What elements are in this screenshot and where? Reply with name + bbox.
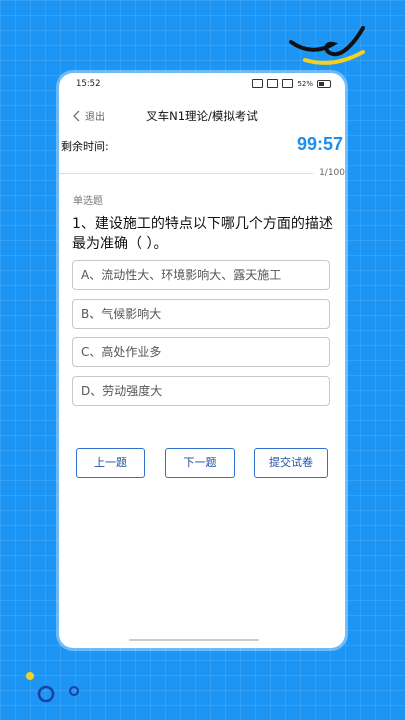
progress-divider <box>59 173 313 174</box>
prev-question-button[interactable]: 上一题 <box>76 448 145 478</box>
nav-bar: 退出 叉车N1理论/模拟考试 <box>59 103 345 129</box>
question-text: 1、建设施工的特点以下哪几个方面的描述最为准确（ ）。 <box>72 216 333 252</box>
decorative-squiggle <box>289 26 365 65</box>
timer-label: 剩余时间: <box>61 140 109 153</box>
signal-icon-2 <box>267 79 279 88</box>
progress-row: 1/100 <box>59 166 345 182</box>
option-a[interactable]: A、流动性大、环境影响大、露天施工 <box>72 260 330 290</box>
battery-percent: 52% <box>297 79 313 88</box>
status-indicators: 52% <box>252 79 331 88</box>
timer-value: 99:57 <box>296 134 343 154</box>
phone-screen: 15:52 52% 退出 叉车N1理论/模拟考试 剩余时间: 99:57 1/1… <box>59 73 345 648</box>
status-bar: 15:52 52% <box>59 73 345 95</box>
option-d[interactable]: D、劳动强度大 <box>72 376 330 406</box>
page-title: 叉车N1理论/模拟考试 <box>146 109 258 123</box>
question-type: 单选题 <box>73 196 103 207</box>
status-time: 15:52 <box>76 79 101 89</box>
submit-exam-button[interactable]: 提交试卷 <box>254 448 328 478</box>
progress-counter: 1/100 <box>319 168 345 178</box>
timer-row: 剩余时间: 99:57 <box>59 133 345 159</box>
option-b[interactable]: B、气候影响大 <box>72 299 330 329</box>
signal-icon <box>252 79 264 88</box>
battery-icon <box>317 79 331 88</box>
option-c[interactable]: C、高处作业多 <box>72 337 330 367</box>
decorative-circles <box>26 672 79 703</box>
wifi-icon <box>282 79 294 88</box>
home-indicator <box>129 639 259 641</box>
next-question-button[interactable]: 下一题 <box>165 448 235 478</box>
